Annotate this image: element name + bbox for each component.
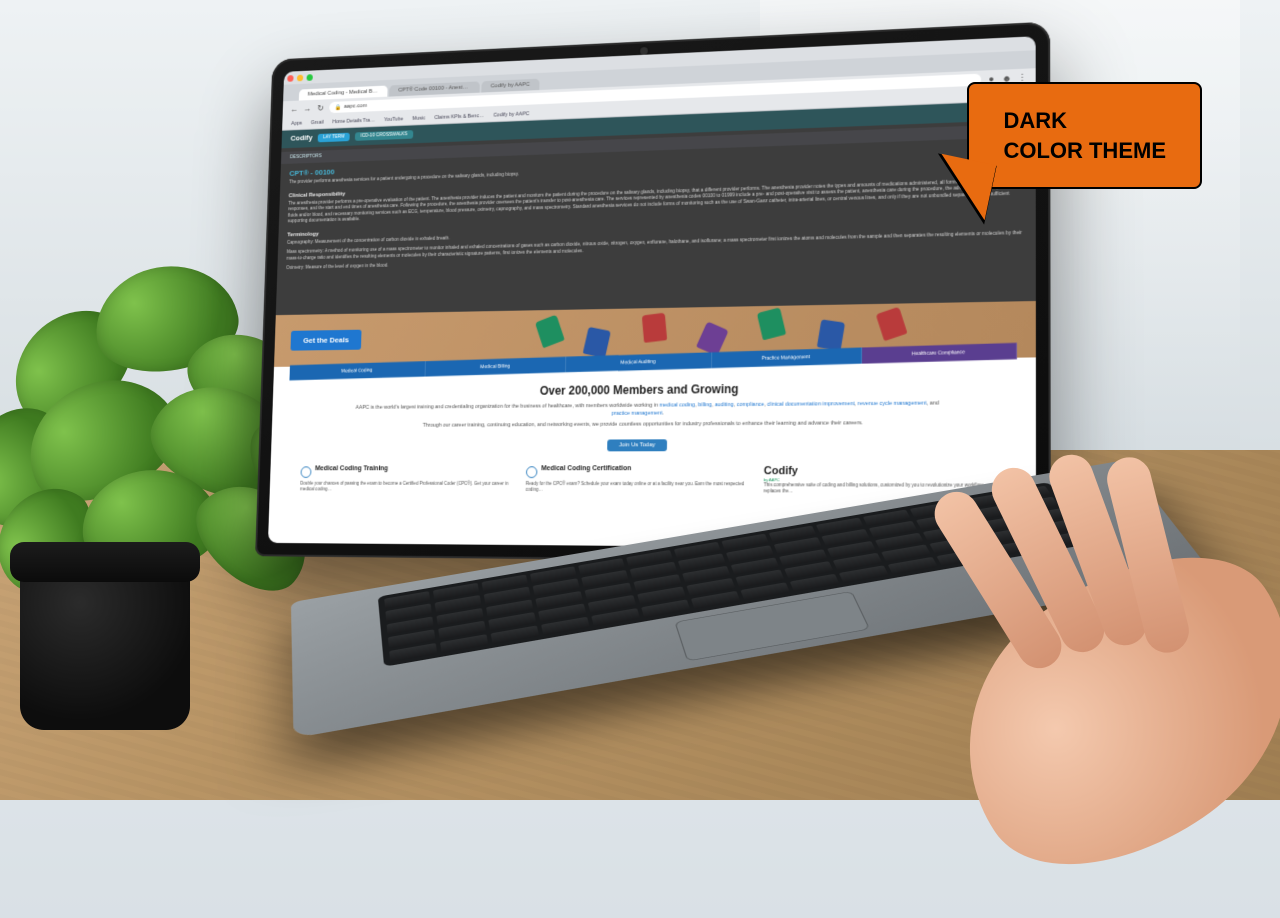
callout-line-1: DARK: [1003, 106, 1166, 136]
laptop: Medical Coding - Medical Billin… CPT® Co…: [225, 30, 1075, 770]
subnav-descriptors[interactable]: DESCRIPTORS: [290, 153, 322, 160]
link-auditing[interactable]: auditing: [715, 402, 734, 408]
link-compliance[interactable]: compliance: [737, 402, 765, 408]
pill-lay-term[interactable]: LAY TERM: [318, 133, 351, 142]
link-rcm[interactable]: revenue cycle management: [858, 401, 927, 408]
col-training-text: Double your chances of passing the exam …: [300, 481, 513, 493]
col-certification: Medical Coding Certification Ready for t…: [526, 465, 750, 495]
jersey-icon: [535, 315, 565, 349]
window-minimize-icon[interactable]: [297, 74, 303, 81]
laptop-screen-frame: Medical Coding - Medical Billin… CPT® Co…: [255, 22, 1051, 565]
cat-medical-auditing[interactable]: Medical Auditing: [566, 352, 712, 372]
pill-crosswalks[interactable]: ICD-10 CROSSWALKS: [355, 130, 413, 140]
page-content: Codify LAY TERM ICD-10 CROSSWALKS DESCRI…: [268, 100, 1036, 549]
url-text: aapc.com: [344, 103, 367, 110]
lock-icon: 🔒: [335, 104, 342, 111]
three-columns: Medical Coding Training Double your chan…: [300, 465, 1000, 495]
back-icon[interactable]: ←: [290, 104, 299, 114]
bookmark-youtube[interactable]: YouTube: [384, 116, 404, 122]
laptop-screen: Medical Coding - Medical Billin… CPT® Co…: [268, 36, 1036, 549]
callout-line-2: COLOR THEME: [1003, 136, 1166, 166]
col-cert-text: Ready for the CPC® exam? Schedule your e…: [526, 481, 750, 494]
col-training: Medical Coding Training Double your chan…: [300, 465, 513, 494]
annotation-callout: DARK COLOR THEME: [967, 82, 1202, 189]
certificate-icon: [526, 466, 538, 478]
link-billing[interactable]: billing: [698, 402, 712, 408]
jersey-icon: [583, 327, 611, 358]
page-title: Over 200,000 Members and Growing: [303, 379, 1000, 399]
cat-compliance[interactable]: Healthcare Compliance: [862, 343, 1017, 364]
codify-brand: Codifyby AAPC: [764, 465, 1001, 483]
bookmark-codify[interactable]: Codify by AAPC: [493, 111, 529, 118]
link-cdi[interactable]: clinical documentation improvement: [767, 401, 855, 408]
link-medical-coding[interactable]: medical coding: [659, 402, 695, 408]
lead-1: AAPC is the world's largest training and…: [348, 400, 948, 419]
jersey-icon: [642, 313, 667, 343]
jersey-icon: [817, 319, 845, 350]
col-training-title: Medical Coding Training: [315, 465, 388, 472]
forward-icon[interactable]: →: [303, 104, 312, 114]
jersey-icon: [757, 307, 786, 340]
join-us-button[interactable]: Join Us Today: [607, 439, 667, 451]
get-deals-button[interactable]: Get the Deals: [290, 330, 361, 351]
cat-practice-mgmt[interactable]: Practice Management: [712, 348, 862, 369]
window-close-icon[interactable]: [287, 75, 293, 82]
bookmark-claims[interactable]: Claims KPIs & Benc…: [434, 113, 484, 121]
link-practice-mgmt[interactable]: practice management: [611, 410, 662, 416]
bookmark-apps[interactable]: Apps: [291, 120, 302, 126]
browser-window: Medical Coding - Medical Billin… CPT® Co…: [268, 36, 1036, 549]
training-icon: [300, 466, 311, 477]
bookmark-gmail[interactable]: Gmail: [311, 119, 324, 125]
bookmark-music[interactable]: Music: [412, 115, 425, 121]
bookmark-home[interactable]: Home Details Tra…: [332, 117, 375, 124]
codify-logo[interactable]: Codify: [290, 133, 312, 144]
jersey-icon: [876, 307, 908, 342]
lead-2: Through our career training, continuing …: [347, 420, 947, 431]
window-maximize-icon[interactable]: [307, 74, 313, 81]
reload-icon[interactable]: ↻: [316, 103, 325, 113]
col-cert-title: Medical Coding Certification: [541, 465, 631, 472]
